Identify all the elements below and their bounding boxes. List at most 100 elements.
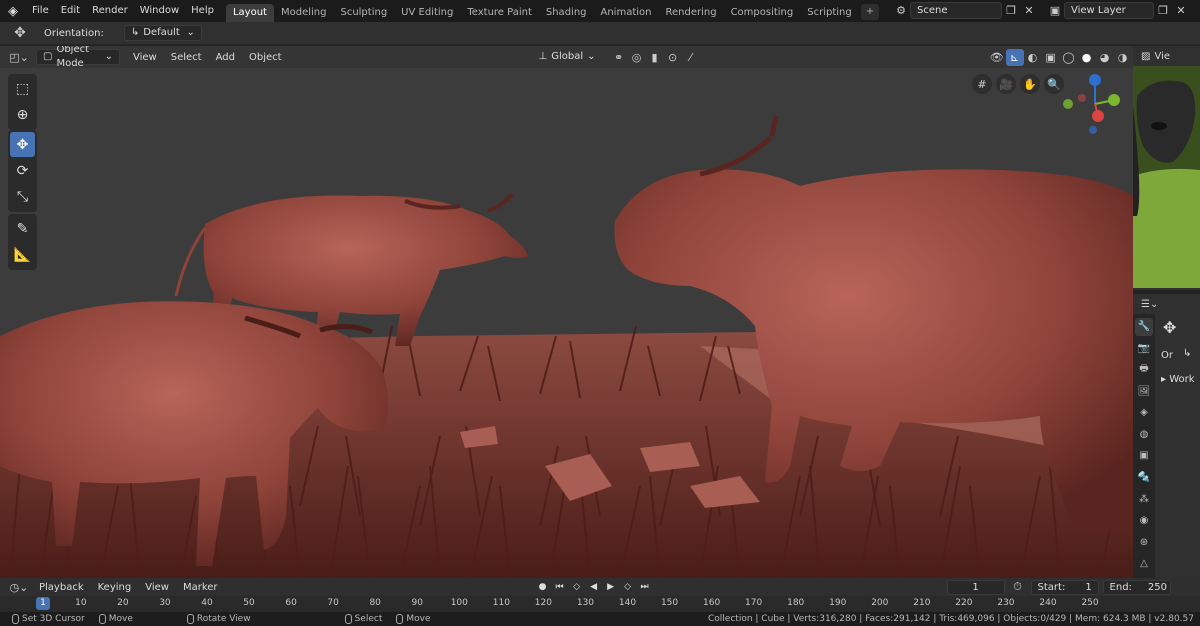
pivot-point-icon[interactable]: ⚭	[610, 49, 628, 66]
tab-sculpting[interactable]: Sculpting	[333, 4, 394, 22]
workspace-panel-toggle[interactable]: ▸ Work	[1161, 374, 1195, 385]
move-tool-icon[interactable]: ✥	[10, 25, 30, 42]
falloff-icon[interactable]: ⁄	[682, 49, 700, 66]
tab-uv-editing[interactable]: UV Editing	[394, 4, 460, 22]
jump-keyframe-forward-icon[interactable]: ◇	[620, 580, 636, 594]
add-workspace-button[interactable]: +	[860, 4, 880, 20]
cursor-icon[interactable]: ⊕	[10, 102, 35, 127]
render-properties-icon[interactable]: 📷	[1135, 340, 1153, 358]
world-properties-icon[interactable]: ◍	[1135, 426, 1153, 444]
menu-render[interactable]: Render	[86, 0, 134, 22]
properties-header: ☰⌄	[1133, 294, 1200, 314]
jump-end-icon[interactable]: ⏭	[637, 580, 653, 594]
annotate-icon[interactable]: ✎	[10, 216, 35, 241]
editor-type-icon[interactable]: ◰⌄	[6, 49, 32, 66]
tab-compositing[interactable]: Compositing	[724, 4, 801, 22]
menu-edit[interactable]: Edit	[55, 0, 86, 22]
physics-properties-icon[interactable]: ◉	[1135, 512, 1153, 530]
timeline-menu-keying[interactable]: Keying	[91, 582, 139, 593]
frame-ruler[interactable]: 1 10 20 30 40 50 60 70 80 90 100 110 120 130 140 150 160…	[0, 596, 1200, 612]
select-box-icon[interactable]: ⬚	[10, 76, 35, 101]
snap-target-icon[interactable]: ▮	[646, 49, 664, 66]
timeline-editor-icon[interactable]: ◷⌄	[6, 579, 32, 596]
menu-file[interactable]: File	[26, 0, 55, 22]
new-scene-icon[interactable]: ❐	[1002, 2, 1020, 19]
play-reverse-icon[interactable]: ◀	[586, 580, 602, 594]
orientation-label: Orientation:	[44, 27, 104, 39]
vp-menu-add[interactable]: Add	[209, 52, 242, 63]
tab-rendering[interactable]: Rendering	[658, 4, 723, 22]
status-bar: Set 3D Cursor Move Rotate View Select Mo…	[0, 612, 1200, 626]
overlay-icon[interactable]: ◐	[1024, 49, 1042, 66]
vp-menu-object[interactable]: Object	[242, 52, 289, 63]
particles-properties-icon[interactable]: ⁂	[1135, 490, 1153, 508]
image-editor-label[interactable]: Vie	[1154, 51, 1170, 62]
jump-keyframe-back-icon[interactable]: ◇	[569, 580, 585, 594]
tab-modeling[interactable]: Modeling	[274, 4, 334, 22]
menu-window[interactable]: Window	[134, 0, 185, 22]
tab-scripting[interactable]: Scripting	[800, 4, 858, 22]
stopwatch-icon[interactable]: ⏱	[1009, 579, 1027, 596]
orientation-dropdown[interactable]: ↳ Default ⌄	[123, 25, 202, 41]
timeline-menu-marker[interactable]: Marker	[176, 582, 225, 593]
snap-icon[interactable]: ◎	[628, 49, 646, 66]
timeline-menu-playback[interactable]: Playback	[32, 582, 91, 593]
current-frame-field[interactable]: 1	[946, 579, 1005, 595]
transform-orientation-dropdown[interactable]: ⊥ Global ⌄	[533, 49, 602, 65]
delete-view-layer-icon[interactable]: ✕	[1172, 2, 1190, 19]
modifier-properties-icon[interactable]: 🔩	[1135, 469, 1153, 487]
new-view-layer-icon[interactable]: ❐	[1154, 2, 1172, 19]
scene-properties-icon[interactable]: ◈	[1135, 404, 1153, 422]
view-layer-icon[interactable]: ▣	[1046, 2, 1064, 19]
vp-menu-select[interactable]: Select	[164, 52, 209, 63]
view-layer-field[interactable]: View Layer	[1064, 2, 1154, 19]
scene-field[interactable]: Scene	[910, 2, 1002, 19]
shading-rendered-icon[interactable]: ◑	[1114, 49, 1132, 66]
shading-material-icon[interactable]: ◕	[1096, 49, 1114, 66]
delete-scene-icon[interactable]: ✕	[1020, 2, 1038, 19]
timeline-menu-view[interactable]: View	[138, 582, 176, 593]
scene-icon[interactable]: ⚙	[892, 2, 910, 19]
record-icon[interactable]: ●	[535, 580, 551, 594]
start-frame-field[interactable]: Start: 1	[1030, 579, 1099, 595]
properties-editor-icon[interactable]: ☰⌄	[1141, 299, 1158, 310]
tab-shading[interactable]: Shading	[539, 4, 594, 22]
tab-layout[interactable]: Layout	[225, 4, 274, 22]
navigation-controls: # 🎥 ✋ 🔍	[972, 74, 1064, 94]
chevron-down-icon: ⌄	[186, 27, 195, 38]
shading-solid-icon[interactable]: ●	[1078, 49, 1096, 66]
data-properties-icon[interactable]: △	[1135, 555, 1153, 573]
toggle-camera-grid-icon[interactable]: #	[972, 74, 992, 94]
measure-icon[interactable]: 📐	[10, 242, 35, 267]
constraints-properties-icon[interactable]: ⊛	[1135, 533, 1153, 551]
move-icon[interactable]: ✥	[10, 132, 35, 157]
mouse-left-icon	[12, 614, 19, 624]
scale-icon[interactable]: ⤡	[10, 184, 35, 209]
play-icon[interactable]: ▶	[603, 580, 619, 594]
jump-start-icon[interactable]: ⏮	[552, 580, 568, 594]
3d-viewport[interactable]: ◰⌄ ▢ Object Mode ⌄ View Select Add Objec…	[0, 46, 1133, 578]
gizmo-icon[interactable]: ⊾	[1005, 48, 1024, 66]
tab-animation[interactable]: Animation	[594, 4, 659, 22]
mode-dropdown[interactable]: ▢ Object Mode ⌄	[36, 46, 120, 69]
xray-icon[interactable]: ▣	[1042, 49, 1060, 66]
tab-texture-paint[interactable]: Texture Paint	[460, 4, 539, 22]
image-editor-icon[interactable]: ▨	[1141, 51, 1150, 62]
visibility-icon[interactable]: 👁	[988, 49, 1006, 66]
proportional-edit-icon[interactable]: ⊙	[664, 49, 682, 66]
end-frame-field[interactable]: End: 250	[1102, 579, 1171, 595]
output-properties-icon[interactable]: 🖶	[1135, 361, 1153, 379]
axis-gizmo[interactable]	[1060, 72, 1130, 138]
image-editor[interactable]: ▨ Vie	[1133, 46, 1200, 290]
shading-wireframe-icon[interactable]: ◯	[1060, 49, 1078, 66]
props-orientation-icon[interactable]: ↳	[1183, 348, 1191, 359]
object-properties-icon[interactable]: ▣	[1135, 447, 1153, 465]
menu-help[interactable]: Help	[185, 0, 220, 22]
pan-hand-icon[interactable]: ✋	[1020, 74, 1040, 94]
vp-menu-view[interactable]: View	[126, 52, 164, 63]
blender-logo-icon[interactable]: ◈	[0, 0, 26, 22]
view-layer-properties-icon[interactable]: 🖼	[1135, 383, 1153, 401]
camera-view-icon[interactable]: 🎥	[996, 74, 1016, 94]
tool-settings-icon[interactable]: 🔧	[1135, 318, 1153, 336]
rotate-icon[interactable]: ⟳	[10, 158, 35, 183]
